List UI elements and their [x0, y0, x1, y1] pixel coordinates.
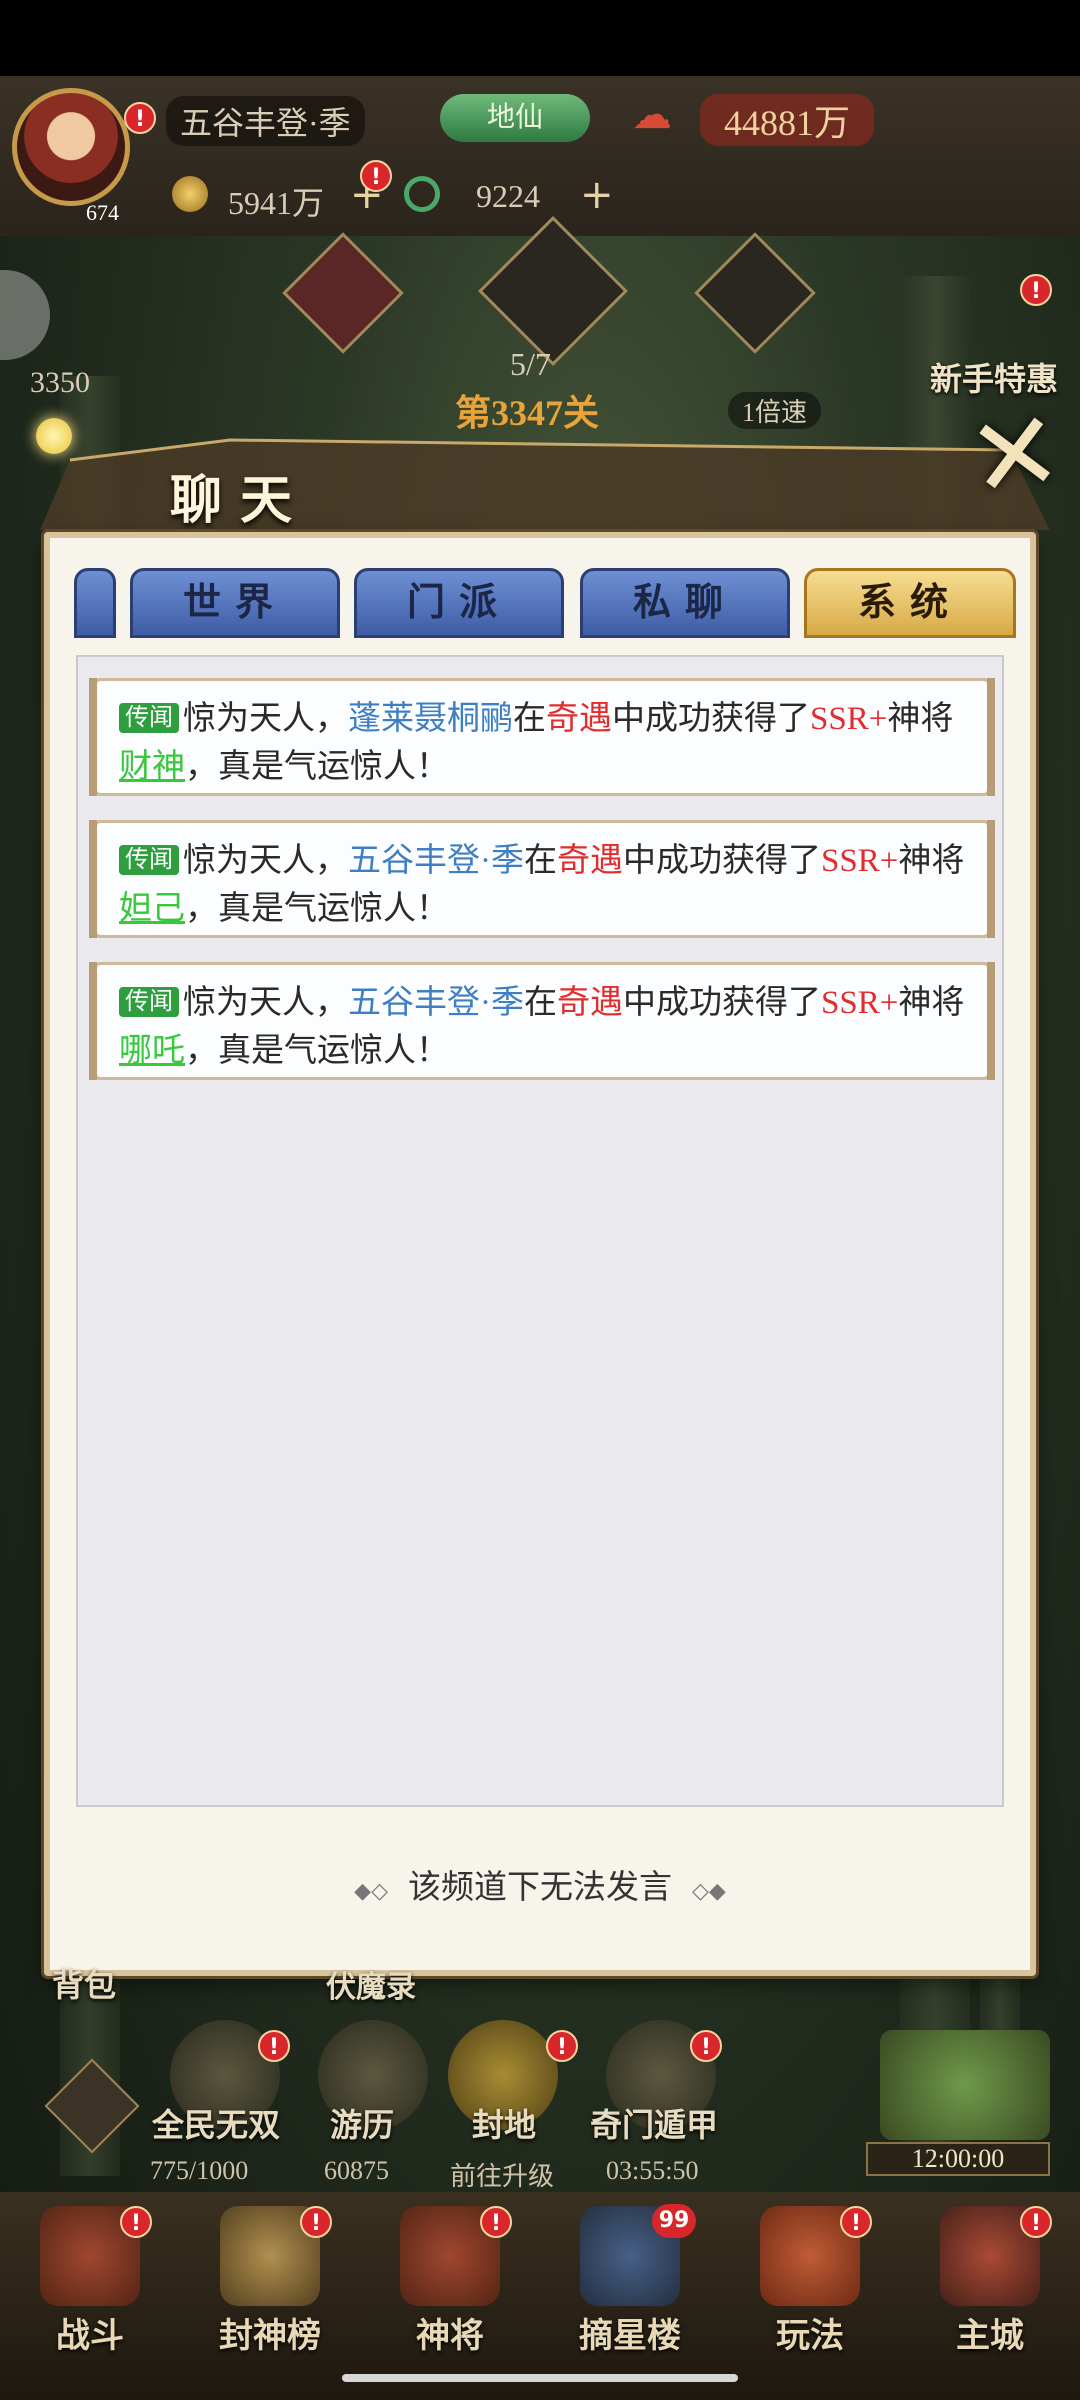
chat-title: 聊天	[170, 473, 311, 530]
nav-ranking[interactable]: 封神榜 !	[180, 2200, 360, 2370]
message-text: ，真是气运惊人！	[185, 891, 449, 927]
qimen-alert-badge: !	[690, 2030, 722, 2062]
activity-progress: 775/1000	[150, 2156, 249, 2185]
activity-label: 奇门遁甲	[590, 2107, 719, 2143]
rarity-label: SSR+	[810, 701, 888, 737]
nav-label: 神将	[416, 2318, 484, 2355]
activity-alert-badge: !	[258, 2030, 290, 2062]
message-text: ，真是气运惊人！	[185, 1033, 449, 1069]
message-text: 在	[524, 843, 557, 879]
close-icon[interactable]: ✕	[959, 385, 1072, 525]
gold-coin-icon	[172, 176, 208, 212]
tab-world[interactable]: 世界	[130, 568, 340, 638]
list-item: 传闻 惊为天人，五谷丰登·季在奇遇中成功获得了SSR+神将妲己，真是气运惊人！	[89, 820, 995, 938]
rumor-tag: 传闻	[119, 987, 179, 1017]
nav-battle[interactable]: 战斗 !	[0, 2200, 180, 2370]
activity-label: 封地	[472, 2107, 537, 2143]
left-ornament-icon: ◆◇	[354, 1878, 388, 1903]
offer-alert-badge: !	[1020, 274, 1052, 306]
subdue-demon-button[interactable]: 伏魔录	[326, 1962, 416, 2006]
activity-label: 全民无双	[152, 2107, 281, 2143]
gold-amount: 5941万	[228, 185, 325, 221]
player-name-link[interactable]: 五谷丰登·季	[348, 843, 524, 879]
message-text: 在	[513, 701, 546, 737]
nav-label: 主城	[956, 2318, 1024, 2355]
message-text: ，真是气运惊人！	[185, 749, 449, 785]
rumor-tag: 传闻	[119, 703, 179, 733]
tab-sect[interactable]: 门派	[354, 568, 564, 638]
hero-link[interactable]: 哪吒	[119, 1033, 185, 1069]
lantern-icon	[36, 418, 72, 454]
side-counter: 3350	[30, 366, 90, 399]
nav-label: 玩法	[776, 2318, 844, 2355]
rarity-label: SSR+	[821, 985, 899, 1021]
muted-note-text: 该频道下无法发言	[408, 1870, 672, 1906]
message-text: 在	[524, 985, 557, 1021]
nav-main-city[interactable]: 主城 !	[900, 2200, 1080, 2370]
nav-alert-badge: !	[840, 2206, 872, 2238]
chat-tabs: 世界 门派 私聊 系统	[74, 568, 1016, 638]
nav-alert-badge: !	[300, 2206, 332, 2238]
message-text: 神将	[887, 701, 954, 737]
event-name: 奇遇	[546, 701, 612, 737]
chest-timer: 12:00:00	[866, 2142, 1050, 2176]
message-text: 中成功获得了	[612, 701, 810, 737]
activity-label: 游历	[330, 2107, 395, 2143]
list-item: 传闻 惊为天人，蓬莱聂桐鹂在奇遇中成功获得了SSR+神将财神，真是气运惊人！	[89, 678, 995, 796]
player-avatar[interactable]	[12, 88, 130, 206]
nav-alert-badge: !	[120, 2206, 152, 2238]
message-text: 惊为天人，	[183, 843, 348, 879]
power-icon: ☁	[632, 92, 672, 138]
message-text: 神将	[898, 985, 965, 1021]
nav-heroes[interactable]: 神将 !	[360, 2200, 540, 2370]
countdown-timer: 03:55:50	[606, 2156, 699, 2185]
nav-label: 摘星楼	[579, 2318, 681, 2355]
message-text: 中成功获得了	[623, 985, 821, 1021]
hero-link[interactable]: 妲己	[119, 891, 185, 927]
home-indicator[interactable]	[342, 2374, 738, 2382]
player-level: 674	[86, 200, 119, 225]
jade-amount: 9224	[476, 178, 540, 214]
player-name-link[interactable]: 蓬莱聂桐鹂	[348, 701, 513, 737]
channel-muted-note: ◆◇ 该频道下无法发言 ◇◆	[44, 1860, 1036, 1908]
list-item: 传闻 惊为天人，五谷丰登·季在奇遇中成功获得了SSR+神将哪吒，真是气运惊人！	[89, 962, 995, 1080]
player-name: 五谷丰登·季	[166, 96, 365, 146]
event-name: 奇遇	[557, 843, 623, 879]
avatar-alert-badge: !	[124, 102, 156, 134]
treasure-chest-icon[interactable]	[880, 2030, 1050, 2140]
message-text: 惊为天人，	[183, 701, 348, 737]
nav-alert-badge: !	[1020, 2206, 1052, 2238]
rank-badge: 地仙	[440, 94, 590, 142]
nav-star-tower[interactable]: 摘星楼 99	[540, 2200, 720, 2370]
fief-alert-badge: !	[546, 2030, 578, 2062]
message-text: 中成功获得了	[623, 843, 821, 879]
message-text: 惊为天人，	[183, 985, 348, 1021]
right-ornament-icon: ◇◆	[692, 1878, 726, 1903]
nav-label: 战斗	[56, 2318, 124, 2355]
jade-icon	[404, 176, 440, 212]
nav-alert-badge: !	[480, 2206, 512, 2238]
activity-value: 60875	[324, 2156, 389, 2185]
add-jade-button[interactable]: +	[580, 172, 614, 218]
combat-power: 44881万	[700, 94, 875, 146]
nav-label: 封神榜	[219, 2318, 321, 2355]
stage-progress: 5/7	[510, 346, 551, 382]
bag-button[interactable]: 背包	[52, 1960, 116, 2006]
nav-count-badge: 99	[652, 2204, 696, 2238]
upgrade-hint: 前往升级	[450, 2162, 555, 2191]
rumor-tag: 传闻	[119, 845, 179, 875]
nav-gameplay[interactable]: 玩法 !	[720, 2200, 900, 2370]
tab-overflow[interactable]	[74, 568, 116, 638]
tab-private[interactable]: 私聊	[580, 568, 790, 638]
hero-link[interactable]: 财神	[119, 749, 185, 785]
message-text: 神将	[898, 843, 965, 879]
gold-alert-badge: !	[360, 160, 392, 192]
event-name: 奇遇	[557, 985, 623, 1021]
tab-system[interactable]: 系统	[804, 568, 1016, 638]
player-name-link[interactable]: 五谷丰登·季	[348, 985, 524, 1021]
rarity-label: SSR+	[821, 843, 899, 879]
